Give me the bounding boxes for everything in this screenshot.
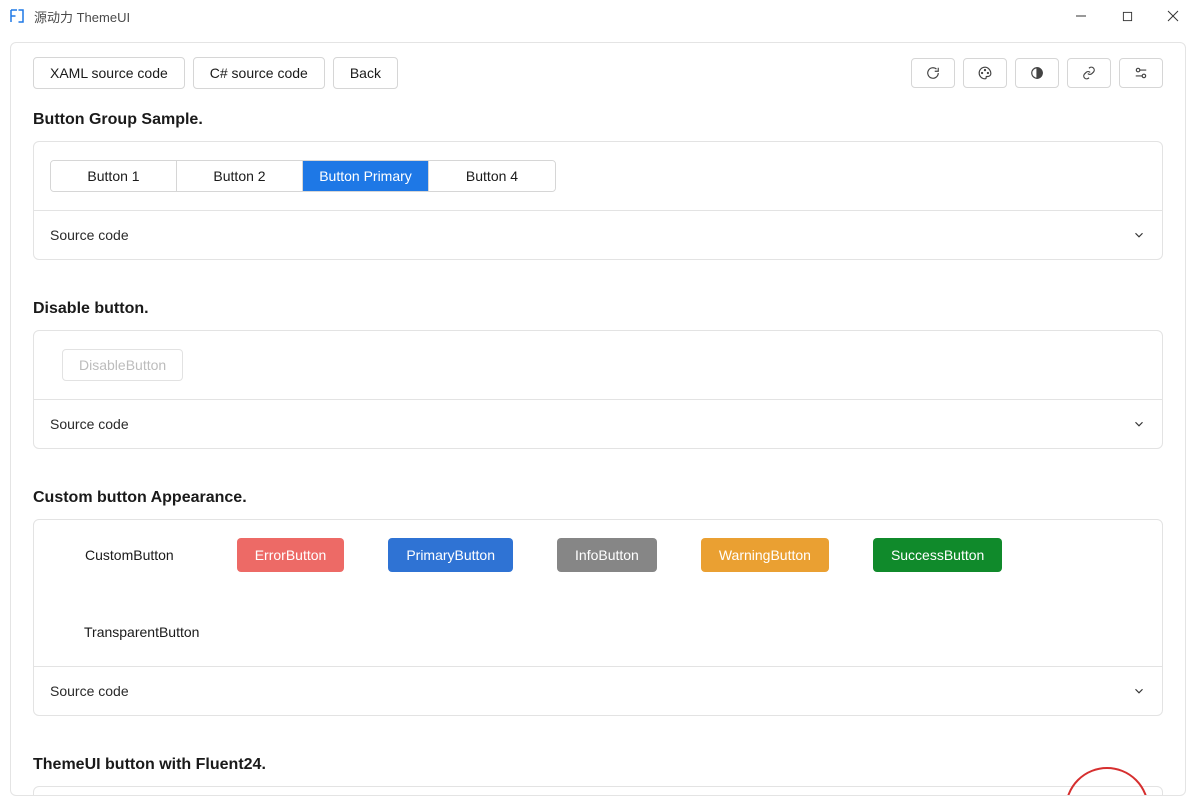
palette-button[interactable] <box>963 58 1007 88</box>
sample-body-appearance: CustomButton ErrorButton PrimaryButton I… <box>34 520 1162 666</box>
contrast-icon <box>1030 66 1044 80</box>
transparent-button[interactable]: TransparentButton <box>66 616 217 648</box>
window-titlebar: 源动力 ThemeUI <box>0 0 1196 32</box>
disabled-button: DisableButton <box>62 349 183 381</box>
sample-body-fluent24: RepeatButton <box>34 787 1162 795</box>
appearance-row: CustomButton ErrorButton PrimaryButton I… <box>50 538 1146 648</box>
source-code-label: Source code <box>50 683 129 699</box>
chevron-down-icon <box>1132 684 1146 698</box>
button-group: Button 1 Button 2 Button Primary Button … <box>50 160 556 192</box>
chevron-down-icon <box>1132 417 1146 431</box>
settings-button[interactable] <box>1119 58 1163 88</box>
button-group-item-1[interactable]: Button 1 <box>51 161 177 191</box>
section-heading-disable: Disable button. <box>33 300 1163 318</box>
csharp-source-button[interactable]: C# source code <box>193 57 325 89</box>
app-frame: XAML source code C# source code Back But… <box>10 42 1186 796</box>
link-button[interactable] <box>1067 58 1111 88</box>
button-group-item-4[interactable]: Button 4 <box>429 161 555 191</box>
xaml-source-button[interactable]: XAML source code <box>33 57 185 89</box>
section-heading-fluent24: ThemeUI button with Fluent24. <box>33 756 1163 774</box>
sample-card-button-group: Button 1 Button 2 Button Primary Button … <box>33 141 1163 260</box>
link-icon <box>1082 66 1096 80</box>
button-group-item-primary[interactable]: Button Primary <box>303 161 429 191</box>
window-maximize-button[interactable] <box>1104 0 1150 32</box>
section-heading-appearance: Custom button Appearance. <box>33 489 1163 507</box>
success-button[interactable]: SuccessButton <box>873 538 1002 572</box>
palette-icon <box>978 66 992 80</box>
chevron-down-icon <box>1132 228 1146 242</box>
contrast-button[interactable] <box>1015 58 1059 88</box>
window-minimize-button[interactable] <box>1058 0 1104 32</box>
source-code-toggle-disable[interactable]: Source code <box>34 399 1162 448</box>
window-title: 源动力 ThemeUI <box>34 7 130 26</box>
app-icon <box>8 7 26 25</box>
info-button[interactable]: InfoButton <box>557 538 657 572</box>
source-code-label: Source code <box>50 227 129 243</box>
source-code-toggle-button-group[interactable]: Source code <box>34 210 1162 259</box>
settings-icon <box>1134 66 1148 80</box>
content-scroll[interactable]: XAML source code C# source code Back But… <box>11 43 1185 795</box>
error-button[interactable]: ErrorButton <box>237 538 345 572</box>
button-group-item-2[interactable]: Button 2 <box>177 161 303 191</box>
page-toolbar: XAML source code C# source code Back <box>33 57 1163 89</box>
source-code-label: Source code <box>50 416 129 432</box>
primary-button[interactable]: PrimaryButton <box>388 538 513 572</box>
sample-body-disable: DisableButton <box>34 331 1162 399</box>
window-close-button[interactable] <box>1150 0 1196 32</box>
sample-card-disable: DisableButton Source code <box>33 330 1163 449</box>
sample-card-appearance: CustomButton ErrorButton PrimaryButton I… <box>33 519 1163 716</box>
refresh-icon <box>926 66 940 80</box>
section-heading-button-group: Button Group Sample. <box>33 111 1163 129</box>
refresh-button[interactable] <box>911 58 955 88</box>
warning-button[interactable]: WarningButton <box>701 538 829 572</box>
sample-card-fluent24: RepeatButton <box>33 786 1163 795</box>
window-controls <box>1058 0 1196 32</box>
back-button[interactable]: Back <box>333 57 398 89</box>
custom-button[interactable]: CustomButton <box>66 538 193 572</box>
sample-body-button-group: Button 1 Button 2 Button Primary Button … <box>34 142 1162 210</box>
source-code-toggle-appearance[interactable]: Source code <box>34 666 1162 715</box>
